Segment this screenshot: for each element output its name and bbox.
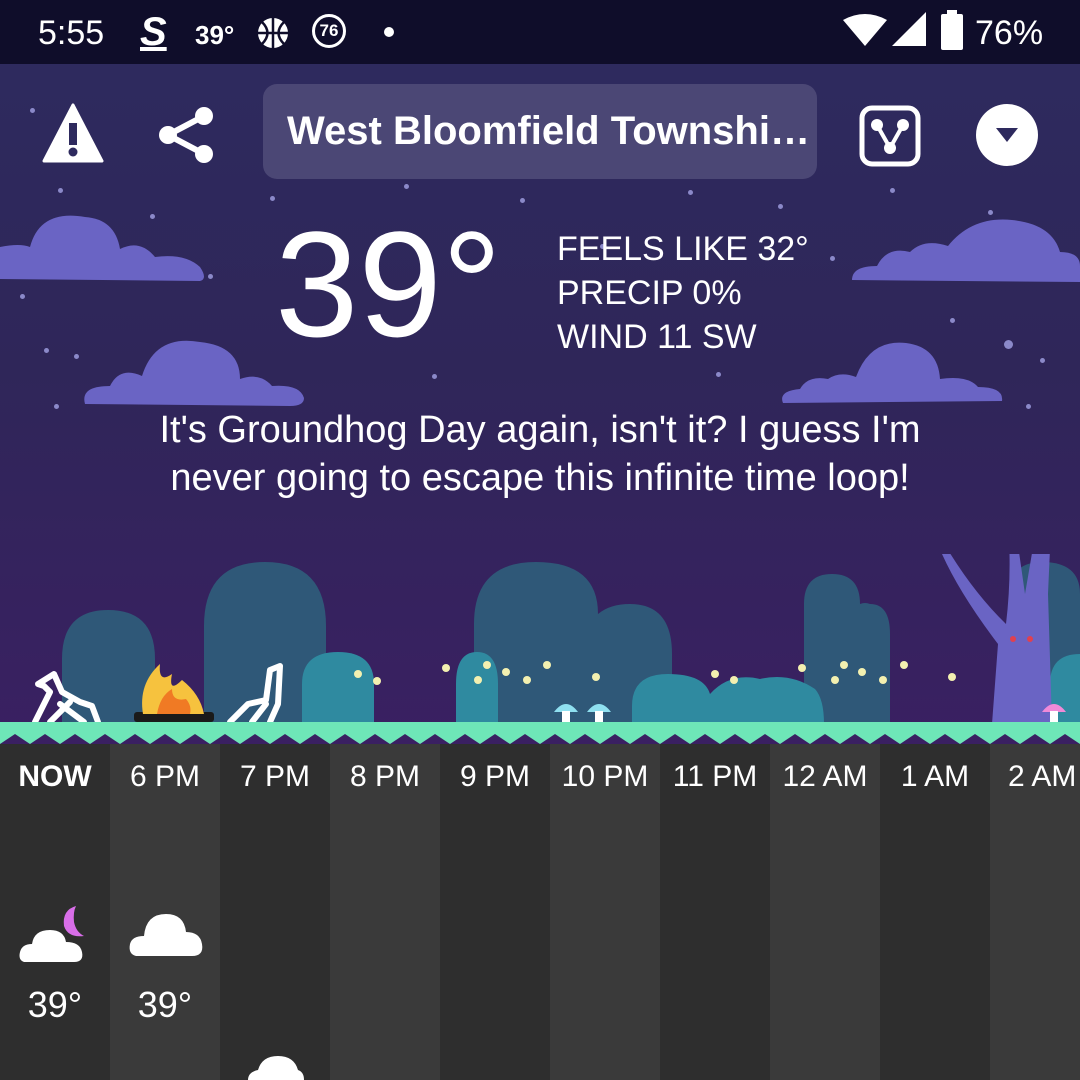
cloud-decoration xyxy=(782,342,1003,403)
star xyxy=(44,348,49,353)
alert-button[interactable] xyxy=(40,100,106,166)
radar-button[interactable] xyxy=(858,104,922,168)
hour-label: 2 AM xyxy=(1008,760,1077,793)
alert-icon xyxy=(42,103,104,163)
cloud-decoration xyxy=(852,219,1080,282)
hour-temp: 39° xyxy=(137,984,193,1025)
star xyxy=(1040,358,1045,363)
weather-scene: West Bloomfield Townshi… 39° FEELS LIKE … xyxy=(0,64,1080,744)
current-temperature: 39° xyxy=(275,200,502,368)
battery-percent: 76% xyxy=(975,14,1044,52)
location-selector[interactable]: West Bloomfield Townshi… xyxy=(263,84,817,179)
star xyxy=(950,318,955,323)
hour-column[interactable]: 9 PM xyxy=(440,744,550,1080)
cloud-decoration xyxy=(84,340,305,406)
star xyxy=(830,256,835,261)
precip: PRECIP 0% xyxy=(557,274,742,312)
status-time: 5:55 xyxy=(38,14,105,52)
hour-column[interactable]: 7 PM xyxy=(220,744,330,1080)
hour-label: 10 PM xyxy=(561,760,649,793)
star xyxy=(778,204,783,209)
star xyxy=(688,190,693,195)
radar-icon xyxy=(859,105,921,167)
app-s-icon: S xyxy=(140,10,167,54)
wind: WIND 11 SW xyxy=(557,318,757,356)
hour-temp: 39° xyxy=(27,984,83,1025)
cloud-icon xyxy=(129,914,203,956)
hour-label: 9 PM xyxy=(459,760,531,793)
signal-icon xyxy=(892,12,926,46)
share-button[interactable] xyxy=(154,102,220,168)
cloud-moon-icon xyxy=(19,906,84,962)
weather-quote: It's Groundhog Day again, isn't it? I gu… xyxy=(159,409,921,499)
battery-icon xyxy=(941,10,963,50)
hour-column[interactable]: 2 AM xyxy=(990,744,1080,1080)
hour-label: 8 PM xyxy=(349,760,421,793)
star xyxy=(20,294,25,299)
hour-label: 11 PM xyxy=(672,760,758,793)
star xyxy=(404,184,409,189)
hour-column[interactable]: 11 PM xyxy=(660,744,770,1080)
landscape-illustration xyxy=(0,554,1080,744)
hour-column[interactable]: 8 PM xyxy=(330,744,440,1080)
notification-dot-icon xyxy=(384,27,394,37)
hour-column[interactable]: 12 AM xyxy=(770,744,880,1080)
hour-label: 1 AM xyxy=(900,760,970,793)
star xyxy=(30,108,35,113)
hour-column[interactable]: 10 PM xyxy=(550,744,660,1080)
star xyxy=(1004,340,1013,349)
status-bar: 5:55 S 39° 76 76% xyxy=(0,0,1080,64)
dropdown-icon xyxy=(976,104,1038,166)
wifi-icon xyxy=(843,14,887,46)
hour-label: NOW xyxy=(18,760,92,793)
hourly-forecast[interactable]: NOW 39° 6 PM 39° 7 PM 8 PM 9 PM 10 PM 11… xyxy=(0,744,1080,1080)
badge-76-icon: 76 xyxy=(312,14,346,48)
hour-label: 12 AM xyxy=(782,760,868,793)
star xyxy=(890,188,895,193)
star xyxy=(1026,404,1031,409)
feels-like: FEELS LIKE 32° xyxy=(557,230,809,268)
star xyxy=(74,354,79,359)
hour-column[interactable]: NOW 39° xyxy=(0,744,110,1080)
star xyxy=(432,374,437,379)
menu-dropdown-button[interactable] xyxy=(974,102,1040,168)
cloud-icon xyxy=(248,1056,304,1080)
star xyxy=(520,198,525,203)
star xyxy=(988,210,993,215)
hour-label: 6 PM xyxy=(129,760,201,793)
star xyxy=(716,372,721,377)
cloud-decoration xyxy=(0,215,204,281)
hour-column[interactable]: 1 AM xyxy=(880,744,990,1080)
star xyxy=(58,188,63,193)
basketball-icon xyxy=(258,18,288,48)
hour-label: 7 PM xyxy=(239,760,311,793)
share-icon xyxy=(159,107,213,163)
hour-column[interactable]: 6 PM 39° xyxy=(110,744,220,1080)
star xyxy=(54,404,59,409)
screen: 5:55 S 39° 76 76% West Bloomfield Townsh… xyxy=(0,0,1080,1080)
status-weather-temp: 39° xyxy=(195,20,235,50)
